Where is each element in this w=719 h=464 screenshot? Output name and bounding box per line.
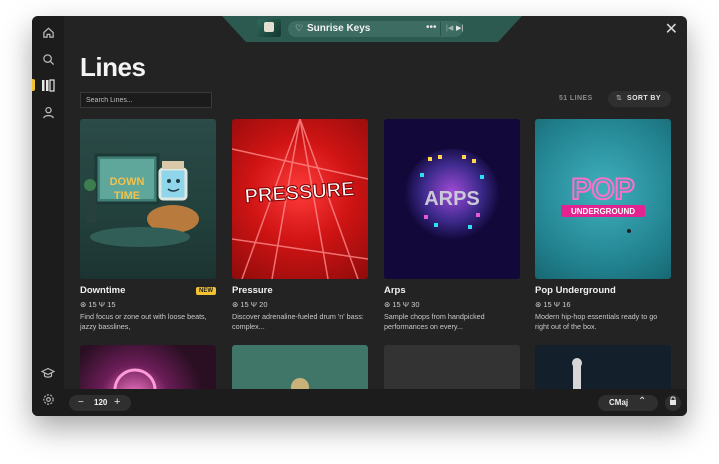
- svg-text:UNDERGROUND: UNDERGROUND: [571, 207, 635, 216]
- card-arps[interactable]: ARPS Arps ⊛ 15 Ψ 30 Sample chops from ha…: [384, 119, 520, 331]
- card-title[interactable]: Pressure: [232, 285, 273, 296]
- tempo-increase-button[interactable]: +: [114, 396, 120, 408]
- card-downtime[interactable]: DOWN TIME Downtime NEW ⊛ 15 Ψ 15 Find fo…: [80, 119, 216, 331]
- now-playing-pill[interactable]: ♡ Sunrise Keys ••• |◀ ▶|: [288, 21, 463, 37]
- bottom-bar: − 120 + CMaj ⌃: [64, 389, 687, 416]
- card-artwork[interactable]: PRESSURE: [232, 119, 368, 279]
- card-stats: ⊛ 15 Ψ 16: [535, 300, 571, 309]
- card-title[interactable]: Downtime: [80, 285, 125, 296]
- sidebar: [32, 16, 64, 416]
- lines-count: 51 LINES: [559, 95, 593, 102]
- close-icon[interactable]: ✕: [665, 22, 678, 38]
- page-title: Lines: [80, 52, 146, 82]
- graduation-cap-icon[interactable]: [40, 365, 56, 381]
- card-artwork[interactable]: DOWN TIME: [80, 119, 216, 279]
- chevron-up-icon: ⌃: [638, 396, 647, 407]
- tempo-value[interactable]: 120: [94, 398, 107, 407]
- app-window: ♡ Sunrise Keys ••• |◀ ▶| ✕ Lines 51 LINE…: [32, 16, 687, 416]
- next-track-icon[interactable]: ▶|: [456, 24, 463, 32]
- card-row2-4[interactable]: [535, 345, 671, 390]
- card-row2-3[interactable]: [384, 345, 520, 390]
- user-icon[interactable]: [40, 104, 56, 120]
- pop-art-text: POP: [571, 173, 634, 206]
- card-stats: ⊛ 15 Ψ 15: [80, 300, 116, 309]
- pressure-art-text: PRESSURE: [244, 178, 355, 208]
- tempo-control: − 120 +: [69, 395, 131, 411]
- search-input[interactable]: [80, 92, 212, 108]
- library-icon[interactable]: [40, 77, 56, 93]
- card-description: Modern hip-hop essentials ready to go ri…: [535, 312, 658, 331]
- card-row2-2[interactable]: [232, 345, 368, 390]
- more-options-icon[interactable]: •••: [426, 22, 437, 33]
- gear-icon[interactable]: [40, 391, 56, 407]
- card-description: Discover adrenaline-fueled drum 'n' bass…: [232, 312, 364, 331]
- card-description: Sample chops from handpicked performance…: [384, 312, 485, 331]
- card-title[interactable]: Pop Underground: [535, 285, 616, 296]
- now-playing-thumbnail[interactable]: [257, 19, 281, 37]
- now-playing-bar: ♡ Sunrise Keys ••• |◀ ▶|: [222, 16, 522, 42]
- home-icon[interactable]: [40, 24, 56, 40]
- card-title[interactable]: Arps: [384, 285, 406, 296]
- lock-icon[interactable]: [665, 395, 681, 411]
- key-selector[interactable]: CMaj ⌃: [598, 395, 658, 411]
- svg-text:TIME: TIME: [114, 190, 140, 202]
- card-pressure[interactable]: PRESSURE Pressure ⊛ 15 Ψ 20 Discover adr…: [232, 119, 368, 331]
- card-row2-1[interactable]: [80, 345, 216, 390]
- sidebar-active-indicator: [32, 79, 35, 91]
- search-icon[interactable]: [40, 51, 56, 67]
- key-value: CMaj: [609, 398, 629, 407]
- card-pop-underground[interactable]: POP UNDERGROUND Pop Underground ⊛ 15 Ψ 1…: [535, 119, 671, 331]
- heart-icon[interactable]: ♡: [295, 23, 303, 34]
- card-stats: ⊛ 15 Ψ 30: [384, 300, 420, 309]
- card-description: Find focus or zone out with loose beats,…: [80, 312, 207, 331]
- tempo-decrease-button[interactable]: −: [78, 397, 84, 408]
- now-playing-title: Sunrise Keys: [307, 23, 371, 34]
- previous-track-icon[interactable]: |◀: [446, 24, 453, 32]
- arps-art-text: ARPS: [424, 188, 480, 210]
- sort-by-label: SORT BY: [627, 95, 661, 102]
- card-stats: ⊛ 15 Ψ 20: [232, 300, 268, 309]
- downtime-art-text: DOWN: [110, 176, 145, 188]
- sort-by-button[interactable]: ⇅ SORT BY: [608, 91, 671, 107]
- card-artwork[interactable]: ARPS: [384, 119, 520, 279]
- sort-icon: ⇅: [616, 95, 622, 102]
- new-badge: NEW: [196, 287, 216, 295]
- card-artwork[interactable]: POP UNDERGROUND: [535, 119, 671, 279]
